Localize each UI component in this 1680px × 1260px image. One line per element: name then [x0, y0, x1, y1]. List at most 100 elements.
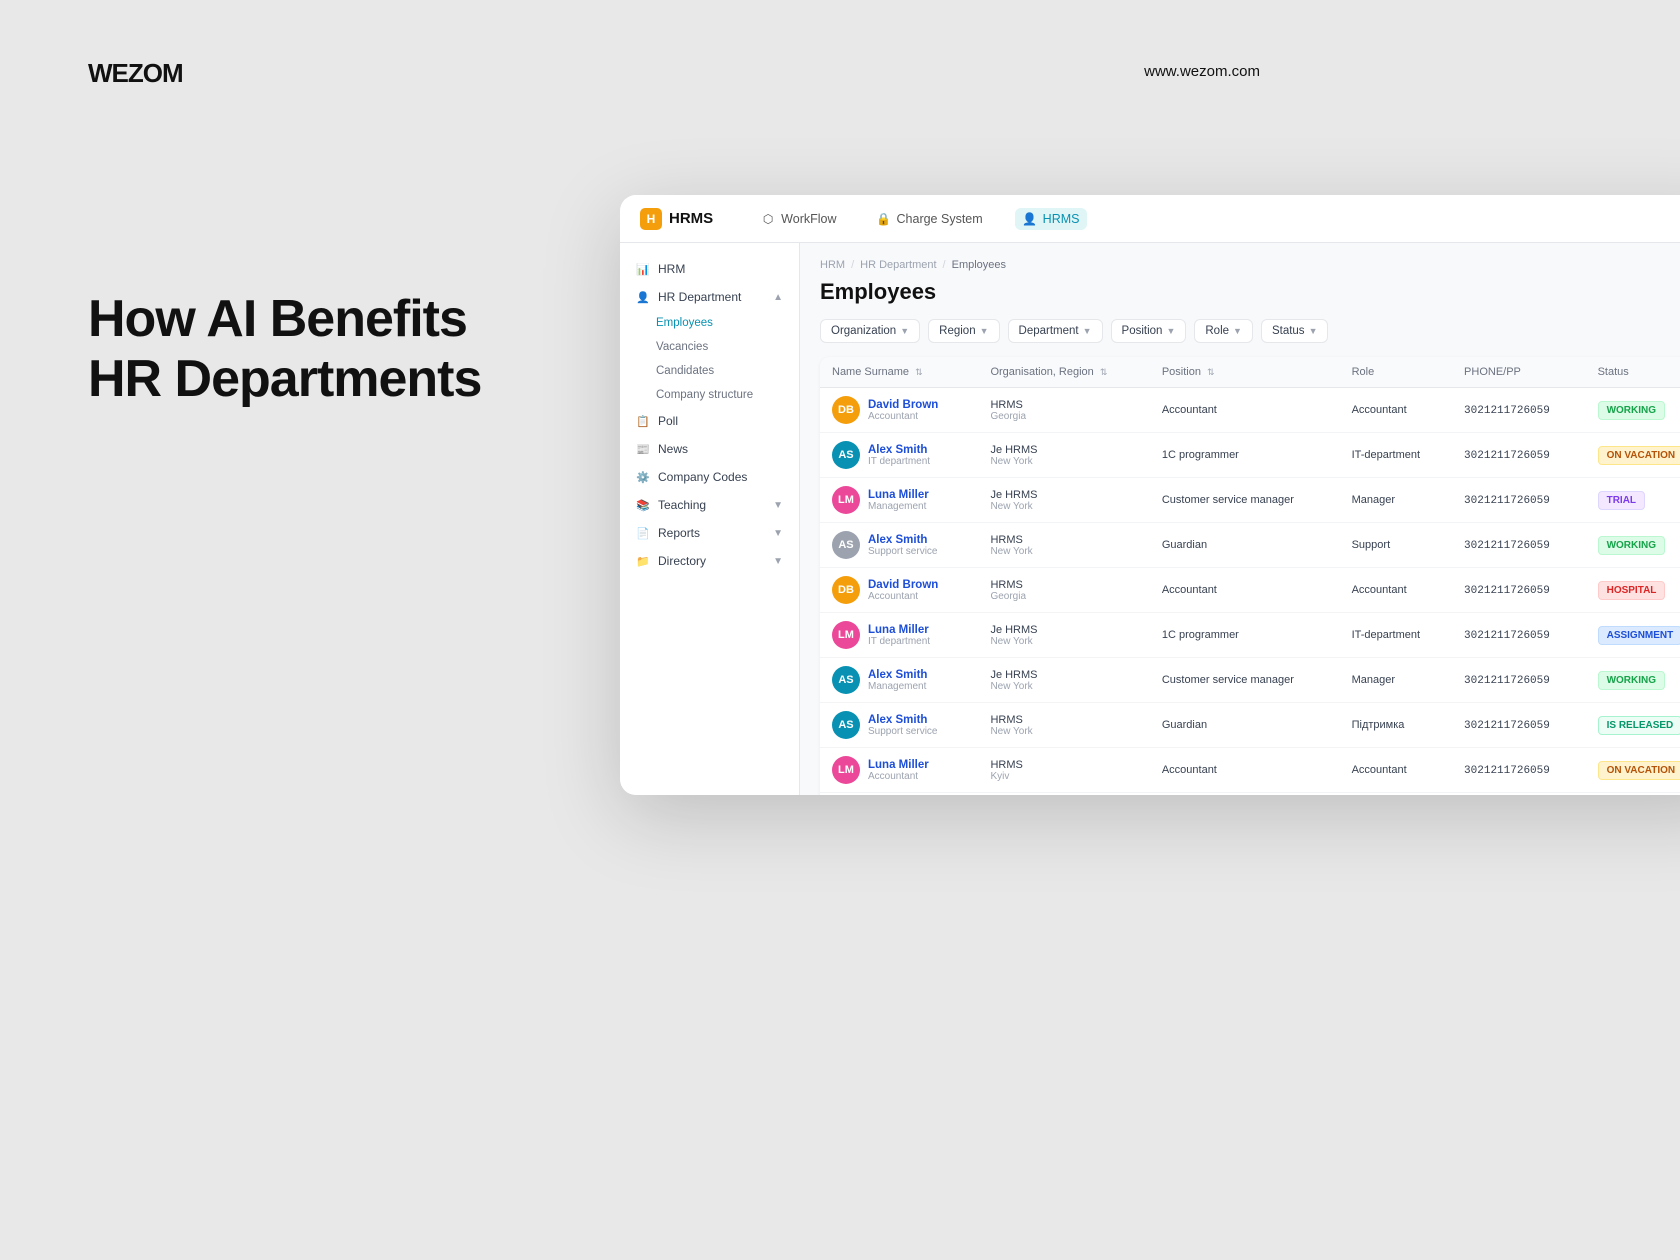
cell-name-5: LM Luna Miller IT department — [820, 613, 978, 658]
sidebar: 📊 HRM 👤 HR Department ▲ Employees Vacanc… — [620, 243, 800, 795]
employee-dept-1: IT department — [868, 456, 930, 467]
sidebar-sub-company-structure[interactable]: Company structure — [620, 383, 799, 407]
table-row[interactable]: LM Luna Miller IT department Je HRMS New… — [820, 613, 1680, 658]
employee-name-3[interactable]: Alex Smith — [868, 534, 937, 546]
app-logo-icon: H — [640, 208, 662, 230]
table-row[interactable]: AS Alex Smith IT department Je HRMS New … — [820, 433, 1680, 478]
cell-role-8: Accountant — [1340, 748, 1452, 793]
status-badge-5: ASSIGNMENT — [1598, 626, 1680, 645]
sidebar-item-company-codes[interactable]: ⚙️ Company Codes — [620, 463, 799, 491]
chevron-down-icon-2: ▼ — [773, 528, 783, 539]
cell-org-9: Je HRMS New York — [978, 793, 1149, 796]
cell-role-1: IT-department — [1340, 433, 1452, 478]
nav-charge-system[interactable]: 🔒 Charge System — [869, 208, 991, 230]
employee-name-5[interactable]: Luna Miller — [868, 624, 930, 636]
cell-phone-7: 3021211726059 — [1452, 703, 1586, 748]
nav-hrms[interactable]: 👤 HRMS — [1015, 208, 1088, 230]
cell-status-6: WORKING — [1586, 658, 1680, 703]
cell-org-1: Je HRMS New York — [978, 433, 1149, 478]
sidebar-item-teaching[interactable]: 📚 Teaching ▼ — [620, 491, 799, 519]
table-row[interactable]: DB David Brown Accountant HRMS Georgia A… — [820, 568, 1680, 613]
sidebar-item-hr-department[interactable]: 👤 HR Department ▲ — [620, 283, 799, 311]
cell-role-7: Підтримка — [1340, 703, 1452, 748]
filter-organization[interactable]: Organization ▼ — [820, 319, 920, 343]
status-badge-1: ON VACATION — [1598, 446, 1680, 465]
cell-name-2: LM Luna Miller Management — [820, 478, 978, 523]
page-title: Employees — [820, 279, 1680, 305]
filter-department[interactable]: Department ▼ — [1008, 319, 1103, 343]
news-icon: 📰 — [636, 442, 650, 456]
sidebar-sub-vacancies[interactable]: Vacancies — [620, 335, 799, 359]
cell-role-4: Accountant — [1340, 568, 1452, 613]
avatar-8: LM — [832, 756, 860, 784]
people-icon: 👤 — [1023, 212, 1037, 226]
cell-status-3: WORKING — [1586, 523, 1680, 568]
sidebar-item-poll[interactable]: 📋 Poll — [620, 407, 799, 435]
filter-status[interactable]: Status ▼ — [1261, 319, 1329, 343]
cell-name-7: AS Alex Smith Support service — [820, 703, 978, 748]
employee-dept-5: IT department — [868, 636, 930, 647]
employee-dept-8: Accountant — [868, 771, 929, 782]
status-badge-3: WORKING — [1598, 536, 1665, 555]
status-badge-2: TRIAL — [1598, 491, 1645, 510]
sidebar-item-news[interactable]: 📰 News — [620, 435, 799, 463]
avatar-5: LM — [832, 621, 860, 649]
cell-phone-2: 3021211726059 — [1452, 478, 1586, 523]
chart-icon: 📊 — [636, 262, 650, 276]
cell-phone-8: 3021211726059 — [1452, 748, 1586, 793]
col-org: Organisation, Region ⇅ — [978, 357, 1149, 388]
employee-name-4[interactable]: David Brown — [868, 579, 938, 591]
table-row[interactable]: AS Alex Smith Support service HRMS New Y… — [820, 523, 1680, 568]
filter-region[interactable]: Region ▼ — [928, 319, 999, 343]
sort-name-icon: ⇅ — [915, 367, 923, 378]
table-row[interactable]: LM Luna Miller Management Je HRMS New Yo… — [820, 478, 1680, 523]
cell-name-6: AS Alex Smith Management — [820, 658, 978, 703]
app-window: H HRMS ⬡ WorkFlow 🔒 Charge System 👤 HRMS… — [620, 195, 1680, 795]
table-row[interactable]: AS Alex Smith Support service HRMS New Y… — [820, 703, 1680, 748]
filter-role[interactable]: Role ▼ — [1194, 319, 1253, 343]
status-badge-6: WORKING — [1598, 671, 1665, 690]
table-row[interactable]: AS Alex Smith IT відділ Je HRMS New York… — [820, 793, 1680, 796]
status-badge-0: WORKING — [1598, 401, 1665, 420]
sidebar-sub-employees[interactable]: Employees — [620, 311, 799, 335]
sort-org-icon: ⇅ — [1100, 367, 1108, 378]
employee-name-8[interactable]: Luna Miller — [868, 759, 929, 771]
cell-org-3: HRMS New York — [978, 523, 1149, 568]
employee-name-1[interactable]: Alex Smith — [868, 444, 930, 456]
filter-position[interactable]: Position ▼ — [1111, 319, 1187, 343]
col-position: Position ⇅ — [1150, 357, 1340, 388]
cell-role-9: IT-department — [1340, 793, 1452, 796]
chevron-down-role: ▼ — [1233, 326, 1242, 336]
table-row[interactable]: LM Luna Miller Accountant HRMS Kyiv Acco… — [820, 748, 1680, 793]
cell-status-5: ASSIGNMENT — [1586, 613, 1680, 658]
sidebar-item-reports[interactable]: 📄 Reports ▼ — [620, 519, 799, 547]
headline: How AI Benefits HR Departments — [88, 290, 481, 410]
chevron-down-dept: ▼ — [1083, 326, 1092, 336]
avatar-7: AS — [832, 711, 860, 739]
lock-icon: 🔒 — [877, 212, 891, 226]
employee-name-6[interactable]: Alex Smith — [868, 669, 927, 681]
nav-workflow[interactable]: ⬡ WorkFlow — [753, 208, 844, 230]
employee-name-7[interactable]: Alex Smith — [868, 714, 937, 726]
employee-dept-7: Support service — [868, 726, 937, 737]
cell-org-2: Je HRMS New York — [978, 478, 1149, 523]
cell-name-9: AS Alex Smith IT відділ — [820, 793, 978, 796]
status-badge-7: IS RELEASED — [1598, 716, 1680, 735]
table-row[interactable]: AS Alex Smith Management Je HRMS New Yor… — [820, 658, 1680, 703]
employee-name-2[interactable]: Luna Miller — [868, 489, 929, 501]
filter-bar: Organization ▼ Region ▼ Department ▼ Pos… — [820, 319, 1680, 343]
directory-icon: 📁 — [636, 554, 650, 568]
wezom-logo: WEZOM — [88, 58, 183, 89]
table-row[interactable]: DB David Brown Accountant HRMS Georgia A… — [820, 388, 1680, 433]
gear-icon: ⚙️ — [636, 470, 650, 484]
col-status: Status — [1586, 357, 1680, 388]
poll-icon: 📋 — [636, 414, 650, 428]
cell-name-8: LM Luna Miller Accountant — [820, 748, 978, 793]
sidebar-sub-candidates[interactable]: Candidates — [620, 359, 799, 383]
status-badge-8: ON VACATION — [1598, 761, 1680, 780]
cell-status-1: ON VACATION — [1586, 433, 1680, 478]
status-badge-4: HOSPITAL — [1598, 581, 1666, 600]
employee-name-0[interactable]: David Brown — [868, 399, 938, 411]
sidebar-item-hrm[interactable]: 📊 HRM — [620, 255, 799, 283]
sidebar-item-directory[interactable]: 📁 Directory ▼ — [620, 547, 799, 575]
